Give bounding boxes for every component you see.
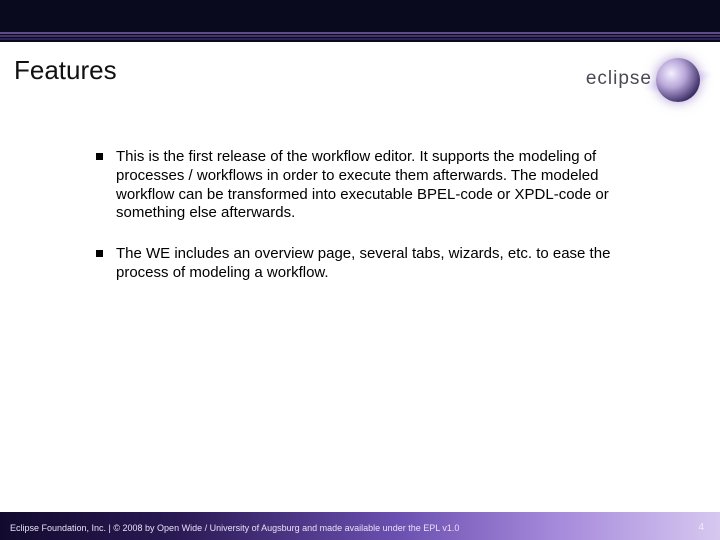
- bullet-item: The WE includes an overview page, severa…: [96, 245, 656, 283]
- header-bar: [0, 0, 720, 42]
- eclipse-orb-icon: [656, 58, 700, 102]
- eclipse-logo: eclipse: [558, 52, 708, 112]
- header-stripe: [0, 35, 720, 37]
- slide: Features eclipse This is the first relea…: [0, 0, 720, 540]
- footer-text: Eclipse Foundation, Inc. | © 2008 by Ope…: [10, 523, 459, 533]
- body-content: This is the first release of the workflo…: [96, 148, 656, 305]
- header-stripe: [0, 32, 720, 34]
- page-number: 4: [698, 522, 704, 533]
- bullet-item: This is the first release of the workflo…: [96, 148, 656, 223]
- eclipse-logo-text: eclipse: [586, 68, 652, 90]
- page-title: Features: [14, 55, 117, 86]
- header-stripe: [0, 38, 720, 40]
- footer-bar: Eclipse Foundation, Inc. | © 2008 by Ope…: [0, 512, 720, 540]
